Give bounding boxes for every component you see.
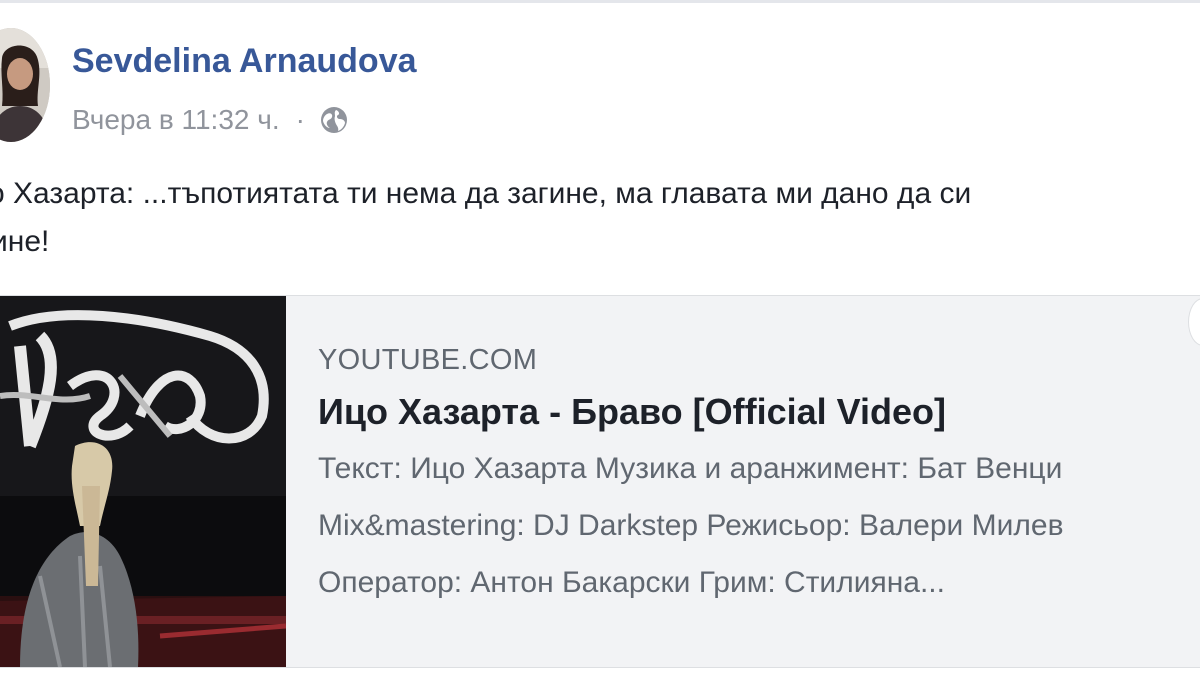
avatar[interactable] (0, 28, 50, 142)
post-meta: Вчера в 11:32 ч. · (72, 100, 349, 140)
post-timestamp[interactable]: Вчера в 11:32 ч. (72, 104, 280, 136)
link-card-body: YOUTUBE.COM Ицо Хазарта - Браво [Officia… (318, 336, 1064, 611)
globe-icon[interactable] (319, 105, 349, 135)
post-text: о Хазарта: ...тъпотиятата ти нема да заг… (0, 170, 1200, 266)
post-text-line: ине! (0, 225, 50, 258)
top-divider (0, 0, 1200, 3)
link-description-line: Mix&mastering: DJ Darkstep Режисьор: Вал… (318, 509, 1064, 542)
link-description-line: Текст: Ицо Хазарта Музика и аранжимент: … (318, 452, 1063, 485)
author-name[interactable]: Sevdelina Arnaudova (72, 42, 417, 81)
link-description: Текст: Ицо Хазарта Музика и аранжимент: … (318, 440, 1064, 611)
link-title[interactable]: Ицо Хазарта - Браво [Official Video] (318, 384, 1064, 440)
link-domain: YOUTUBE.COM (318, 344, 538, 376)
link-preview-card[interactable]: YOUTUBE.COM Ицо Хазарта - Браво [Officia… (0, 295, 1200, 668)
link-description-line: Оператор: Антон Бакарски Грим: Стилияна.… (318, 566, 945, 599)
meta-separator: · (295, 104, 305, 135)
video-thumbnail[interactable] (0, 296, 286, 667)
post-text-line: о Хазарта: ...тъпотиятата ти нема да заг… (0, 177, 972, 210)
